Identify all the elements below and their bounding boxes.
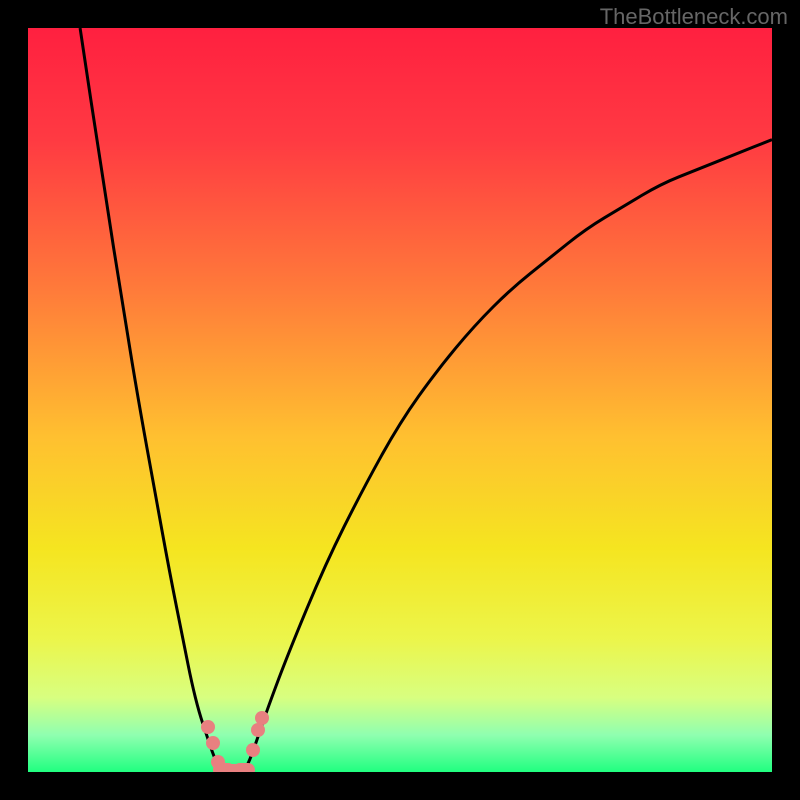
right-curve (244, 140, 772, 772)
marker-left-1 (206, 736, 220, 750)
chart-container (28, 28, 772, 772)
marker-right-2 (255, 711, 269, 725)
marker-right-0 (246, 743, 260, 757)
watermark-text: TheBottleneck.com (600, 4, 788, 30)
marker-left-0 (201, 720, 215, 734)
marker-bottom-2 (233, 763, 255, 772)
left-curve (80, 28, 221, 772)
curve-lines (28, 28, 772, 772)
